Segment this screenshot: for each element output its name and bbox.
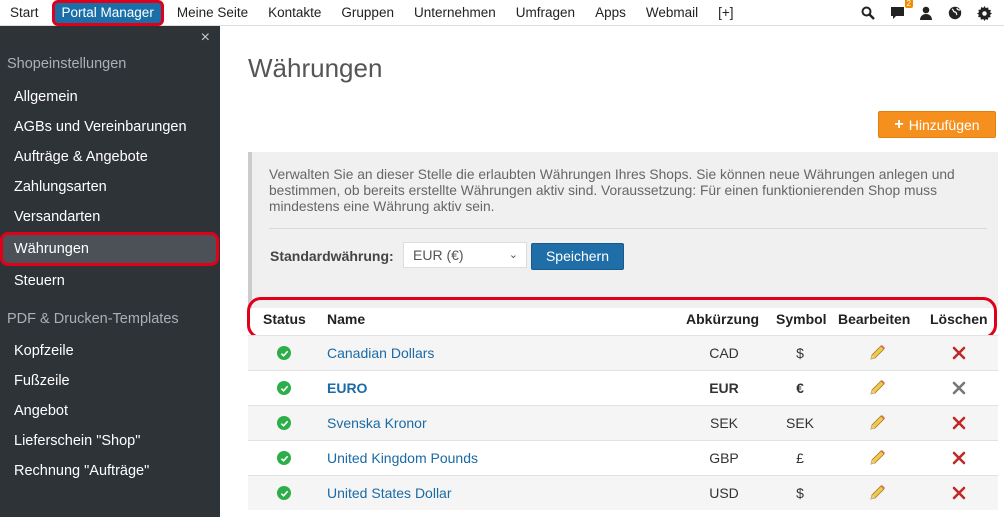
topbar-icons: 2 — [860, 0, 992, 26]
nav-webmail[interactable]: Webmail — [636, 0, 708, 26]
currency-abbreviation: CAD — [709, 345, 739, 361]
currency-abbreviation: SEK — [709, 415, 738, 431]
sidebar-item-allgemein[interactable]: Allgemein — [0, 82, 220, 112]
pencil-icon[interactable] — [868, 414, 886, 432]
add-button-label: Hinzufügen — [908, 116, 980, 133]
nav-apps[interactable]: Apps — [585, 0, 636, 26]
nav-portal-manager[interactable]: Portal Manager — [51, 0, 164, 26]
save-button[interactable]: Speichern — [531, 243, 624, 270]
nav-more[interactable]: [+] — [708, 0, 743, 26]
pencil-icon[interactable] — [868, 449, 886, 467]
currency-abbreviation: GBP — [709, 450, 739, 466]
active-status-icon[interactable] — [277, 451, 291, 465]
currency-abbreviation: EUR — [709, 380, 739, 396]
header-edit: Bearbeiten — [838, 311, 911, 327]
table-row: United States Dollar USD $ — [248, 475, 998, 510]
nav-start[interactable]: Start — [0, 0, 49, 26]
currency-name-link[interactable]: United States Dollar — [327, 476, 452, 511]
header-status[interactable]: Status — [263, 311, 306, 327]
table-row: EURO EUR € — [248, 370, 998, 405]
currency-symbol: € — [796, 380, 804, 396]
currency-symbol: £ — [796, 450, 804, 466]
delete-icon[interactable] — [952, 486, 966, 500]
chevron-down-icon: ⌄ — [508, 249, 518, 261]
sidebar-item-waehrungen[interactable]: Währungen — [0, 232, 219, 266]
sidebar-item-kopfzeile[interactable]: Kopfzeile — [0, 336, 220, 366]
default-currency-value: EUR (€) — [413, 247, 464, 263]
search-icon[interactable] — [860, 5, 876, 21]
active-status-icon[interactable] — [277, 381, 291, 395]
table-header: Status Name Abkürzung Symbol Bearbeiten … — [247, 297, 997, 339]
currency-name-link[interactable]: Svenska Kronor — [327, 406, 427, 441]
delete-icon[interactable] — [952, 416, 966, 430]
sidebar-item-auftraege[interactable]: Aufträge & Angebote — [0, 142, 220, 172]
pencil-icon[interactable] — [868, 484, 886, 502]
currency-name-link[interactable]: EURO — [327, 371, 367, 406]
active-status-icon[interactable] — [277, 346, 291, 360]
nav-meine-seite[interactable]: Meine Seite — [167, 0, 258, 26]
main-content: Währungen + Hinzufügen Verwalten Sie an … — [220, 26, 1004, 517]
chat-badge: 2 — [904, 0, 913, 8]
sidebar-item-zahlungsarten[interactable]: Zahlungsarten — [0, 172, 220, 202]
pencil-icon[interactable] — [868, 344, 886, 362]
header-abbreviation[interactable]: Abkürzung — [686, 311, 759, 327]
page-title: Währungen — [248, 53, 383, 83]
currency-symbol: $ — [796, 485, 804, 501]
nav-unternehmen[interactable]: Unternehmen — [404, 0, 506, 26]
divider — [269, 228, 987, 229]
pencil-icon[interactable] — [868, 379, 886, 397]
delete-icon[interactable] — [952, 451, 966, 465]
sidebar-section-shopeinstellungen: Shopeinstellungen — [7, 56, 127, 72]
sidebar-item-agbs[interactable]: AGBs und Vereinbarungen — [0, 112, 220, 142]
sidebar: × Shopeinstellungen Allgemein AGBs und V… — [0, 26, 220, 517]
table-row: Svenska Kronor SEK SEK — [248, 405, 998, 440]
sidebar-item-steuern[interactable]: Steuern — [0, 266, 220, 296]
sidebar-section-pdf-templates: PDF & Drucken-Templates — [7, 311, 179, 327]
gear-icon[interactable] — [976, 5, 992, 21]
sidebar-item-lieferschein[interactable]: Lieferschein "Shop" — [0, 426, 220, 456]
nav-gruppen[interactable]: Gruppen — [331, 0, 404, 26]
header-delete: Löschen — [930, 311, 988, 327]
chat-icon[interactable]: 2 — [889, 0, 913, 21]
nav-kontakte[interactable]: Kontakte — [258, 0, 331, 26]
default-currency-label: Standardwährung: — [270, 248, 394, 264]
currency-abbreviation: USD — [709, 485, 739, 501]
sidebar-item-fusszeile[interactable]: Fußzeile — [0, 366, 220, 396]
active-status-icon[interactable] — [277, 486, 291, 500]
plus-icon: + — [894, 115, 904, 133]
currency-symbol: SEK — [785, 415, 814, 431]
default-currency-select[interactable]: EUR (€) ⌄ — [403, 242, 527, 268]
info-panel: Verwalten Sie an dieser Stelle die erlau… — [248, 152, 998, 308]
user-icon[interactable] — [918, 5, 934, 21]
sidebar-item-versandarten[interactable]: Versandarten — [0, 202, 220, 232]
currency-name-link[interactable]: United Kingdom Pounds — [327, 441, 478, 476]
header-symbol[interactable]: Symbol — [776, 311, 827, 327]
currency-symbol: $ — [796, 345, 804, 361]
top-navigation: Start Portal Manager Meine Seite Kontakt… — [0, 0, 1004, 26]
sidebar-item-rechnung[interactable]: Rechnung "Aufträge" — [0, 456, 220, 486]
add-button[interactable]: + Hinzufügen — [878, 111, 996, 138]
currency-name-link[interactable]: Canadian Dollars — [327, 336, 434, 371]
sidebar-item-angebot[interactable]: Angebot — [0, 396, 220, 426]
table-row: United Kingdom Pounds GBP £ — [248, 440, 998, 475]
table-row: Canadian Dollars CAD $ — [248, 335, 998, 370]
header-name[interactable]: Name — [327, 311, 365, 327]
active-status-icon[interactable] — [277, 416, 291, 430]
nav-umfragen[interactable]: Umfragen — [506, 0, 585, 26]
close-icon[interactable]: × — [201, 29, 210, 47]
delete-icon[interactable] — [952, 381, 966, 395]
delete-icon[interactable] — [952, 346, 966, 360]
globe-icon[interactable] — [947, 5, 963, 21]
info-text: Verwalten Sie an dieser Stelle die erlau… — [269, 167, 955, 214]
